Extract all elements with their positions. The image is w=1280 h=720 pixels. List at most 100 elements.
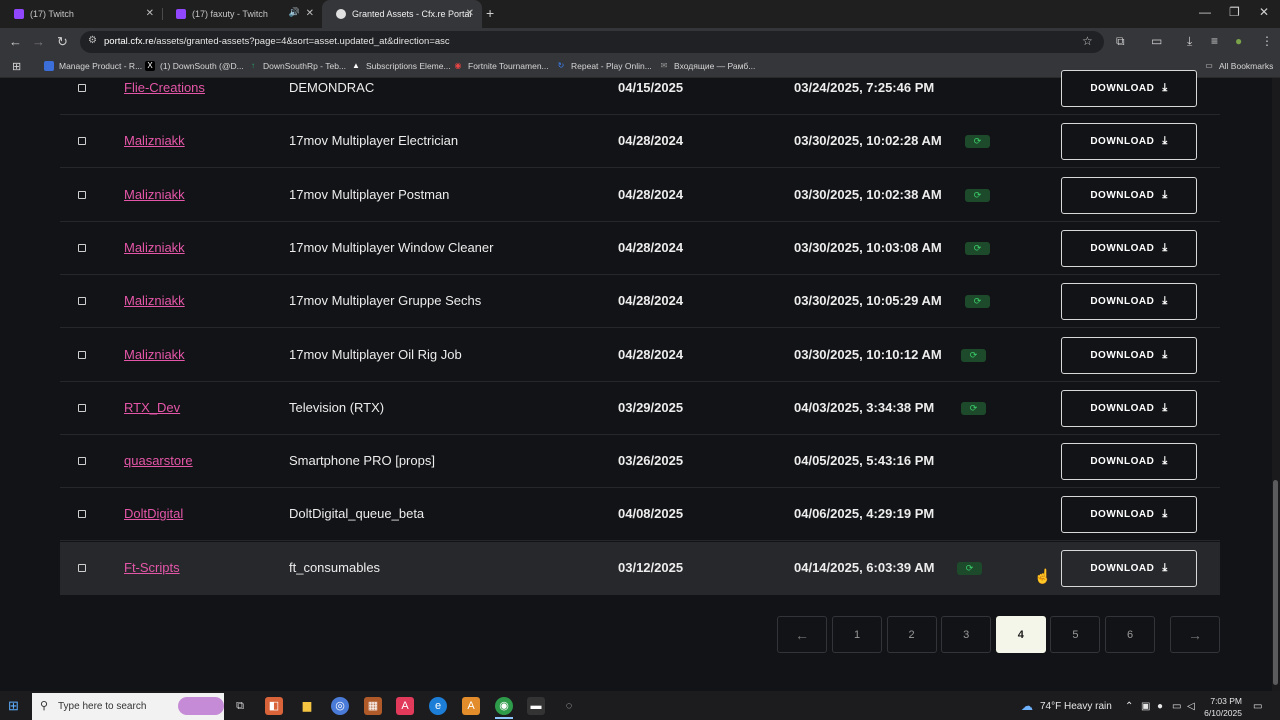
tab-faxuty-twitch[interactable]: (17) faxuty - Twitch 🔊 ✕ bbox=[162, 0, 322, 28]
pagination-next-button[interactable]: → bbox=[1170, 616, 1220, 653]
row-checkbox[interactable] bbox=[78, 350, 86, 359]
pagination-page-6[interactable]: 6 bbox=[1105, 616, 1155, 653]
apps-grid-icon[interactable]: ⊞ bbox=[12, 60, 21, 73]
row-checkbox[interactable] bbox=[78, 457, 86, 466]
author-link[interactable]: Malizniakk bbox=[124, 133, 185, 148]
app-icon-circle[interactable]: ◌ bbox=[560, 697, 578, 715]
author-link[interactable]: quasarstore bbox=[124, 453, 193, 468]
pagination-page-1[interactable]: 1 bbox=[832, 616, 882, 653]
cast-icon[interactable]: ▭ bbox=[1151, 34, 1162, 48]
download-button[interactable]: DOWNLOAD ⤓ bbox=[1061, 176, 1197, 214]
microphone-icon[interactable]: ● bbox=[1157, 701, 1163, 712]
browser-menu-icon[interactable]: ⋮ bbox=[1261, 34, 1273, 48]
tab-twitch[interactable]: (17) Twitch ✕ bbox=[0, 0, 162, 28]
row-checkbox[interactable] bbox=[78, 190, 86, 199]
cfx-icon bbox=[336, 9, 346, 19]
maximize-button[interactable]: ❐ bbox=[1229, 5, 1240, 19]
close-tab-icon[interactable]: ✕ bbox=[306, 8, 314, 20]
row-checkbox[interactable] bbox=[78, 297, 86, 306]
table-row: quasarstore Smartphone PRO [props] 03/26… bbox=[60, 435, 1220, 489]
download-label: DOWNLOAD bbox=[1090, 349, 1155, 361]
profile-avatar-icon[interactable]: ● bbox=[1235, 34, 1242, 48]
taskbar-search-placeholder[interactable]: Type here to search bbox=[58, 701, 146, 712]
tab-label: (17) Twitch bbox=[30, 9, 74, 19]
close-tab-icon[interactable]: ✕ bbox=[466, 8, 474, 20]
notifications-icon[interactable]: ▭ bbox=[1253, 701, 1262, 712]
app-icon-orange[interactable]: ◧ bbox=[265, 697, 283, 715]
taskbar-clock[interactable]: 7:03 PM 6/10/2025 bbox=[1202, 695, 1242, 719]
app-icon-orange-a[interactable]: A bbox=[462, 697, 480, 715]
minimize-button[interactable]: — bbox=[1199, 5, 1211, 19]
app-icon-dark[interactable]: ▬ bbox=[527, 697, 545, 715]
download-button[interactable]: DOWNLOAD ⤓ bbox=[1061, 336, 1197, 374]
forward-button[interactable]: → bbox=[32, 34, 45, 49]
extensions-icon[interactable]: ⧉ bbox=[1116, 34, 1125, 49]
author-link[interactable]: Malizniakk bbox=[124, 293, 185, 308]
asset-name: 17mov Multiplayer Postman bbox=[289, 186, 450, 202]
download-button[interactable]: DOWNLOAD ⤓ bbox=[1061, 70, 1197, 107]
sync-status-icon: ⟳ bbox=[961, 348, 986, 362]
download-button[interactable]: DOWNLOAD ⤓ bbox=[1061, 283, 1197, 321]
download-button[interactable]: DOWNLOAD ⤓ bbox=[1061, 549, 1197, 587]
reload-button[interactable]: ↻ bbox=[57, 34, 68, 50]
weather-text[interactable]: 74°F Heavy rain bbox=[1040, 701, 1112, 712]
granted-date: 04/08/2025 bbox=[618, 506, 684, 522]
download-button[interactable]: DOWNLOAD ⤓ bbox=[1061, 443, 1197, 481]
asset-name: Smartphone PRO [props] bbox=[289, 453, 435, 469]
chrome-alt-icon[interactable]: ◎ bbox=[331, 697, 349, 715]
author-link[interactable]: Flie-Creations bbox=[124, 80, 205, 95]
row-checkbox[interactable] bbox=[78, 403, 86, 412]
back-button[interactable]: ← bbox=[9, 34, 22, 49]
author-link[interactable]: Malizniakk bbox=[124, 187, 185, 202]
url-text[interactable]: portal.cfx.re/assets/granted-assets?page… bbox=[104, 36, 450, 47]
site-info-icon[interactable]: ⚙ bbox=[88, 35, 97, 46]
row-checkbox[interactable] bbox=[78, 563, 86, 572]
author-link[interactable]: Ft-Scripts bbox=[124, 560, 180, 575]
pagination-page-5[interactable]: 5 bbox=[1050, 616, 1101, 653]
sync-status-icon: ⟳ bbox=[965, 241, 990, 255]
download-label: DOWNLOAD bbox=[1090, 509, 1155, 521]
chrome-icon[interactable]: ◉ bbox=[495, 697, 513, 715]
network-icon[interactable]: ▭ bbox=[1172, 701, 1181, 712]
close-window-button[interactable]: ✕ bbox=[1259, 5, 1269, 19]
downloads-icon[interactable]: ⤓ bbox=[1187, 34, 1192, 49]
download-button[interactable]: DOWNLOAD ⤓ bbox=[1061, 229, 1197, 267]
author-link[interactable]: RTX_Dev bbox=[124, 400, 180, 415]
row-checkbox[interactable] bbox=[78, 84, 86, 92]
all-bookmarks-label: All Bookmarks bbox=[1219, 61, 1274, 71]
table-row: Malizniakk 17mov Multiplayer Electrician… bbox=[60, 115, 1220, 169]
download-button[interactable]: DOWNLOAD ⤓ bbox=[1061, 123, 1197, 161]
file-explorer-icon[interactable]: ▆ bbox=[298, 697, 316, 715]
twitch-icon bbox=[176, 9, 186, 19]
row-checkbox[interactable] bbox=[78, 137, 86, 146]
row-checkbox[interactable] bbox=[78, 510, 86, 519]
volume-icon[interactable]: ◁ bbox=[1187, 701, 1195, 712]
pagination-page-4[interactable]: 4 bbox=[995, 616, 1046, 653]
pagination-prev-button[interactable]: ← bbox=[777, 616, 827, 653]
author-link[interactable]: Malizniakk bbox=[124, 347, 185, 362]
download-button[interactable]: DOWNLOAD ⤓ bbox=[1061, 389, 1197, 427]
tab-granted-assets[interactable]: Granted Assets - Cfx.re Portal ✕ bbox=[322, 0, 482, 28]
edge-icon[interactable]: e bbox=[429, 697, 447, 715]
close-tab-icon[interactable]: ✕ bbox=[146, 8, 154, 20]
author-link[interactable]: DoltDigital bbox=[124, 506, 183, 521]
bookmark-star-icon[interactable]: ☆ bbox=[1082, 34, 1093, 48]
tray-chevron-icon[interactable]: ⌃ bbox=[1125, 701, 1133, 712]
updated-timestamp: 04/05/2025, 5:43:16 PM bbox=[794, 453, 935, 469]
download-button[interactable]: DOWNLOAD ⤓ bbox=[1061, 496, 1197, 534]
updated-timestamp: 03/24/2025, 7:25:46 PM bbox=[794, 80, 935, 95]
scrollbar-thumb[interactable] bbox=[1273, 480, 1278, 685]
adobe-icon[interactable]: A bbox=[396, 697, 414, 715]
task-view-icon[interactable]: ⧉ bbox=[231, 697, 249, 715]
author-link[interactable]: Malizniakk bbox=[124, 240, 185, 255]
audio-playing-icon[interactable]: 🔊 bbox=[289, 7, 300, 18]
updated-timestamp: 03/30/2025, 10:02:28 AM bbox=[794, 133, 942, 149]
tray-app-icon[interactable]: ▣ bbox=[1141, 701, 1150, 712]
windows-start-icon[interactable]: ⊞ bbox=[8, 698, 19, 714]
new-tab-button[interactable]: + bbox=[486, 5, 494, 21]
row-checkbox[interactable] bbox=[78, 243, 86, 252]
app-icon-grid[interactable]: ▦ bbox=[364, 697, 382, 715]
media-icon[interactable]: ≡ bbox=[1211, 34, 1218, 48]
pagination-page-3[interactable]: 3 bbox=[941, 616, 992, 653]
pagination-page-2[interactable]: 2 bbox=[886, 616, 937, 653]
